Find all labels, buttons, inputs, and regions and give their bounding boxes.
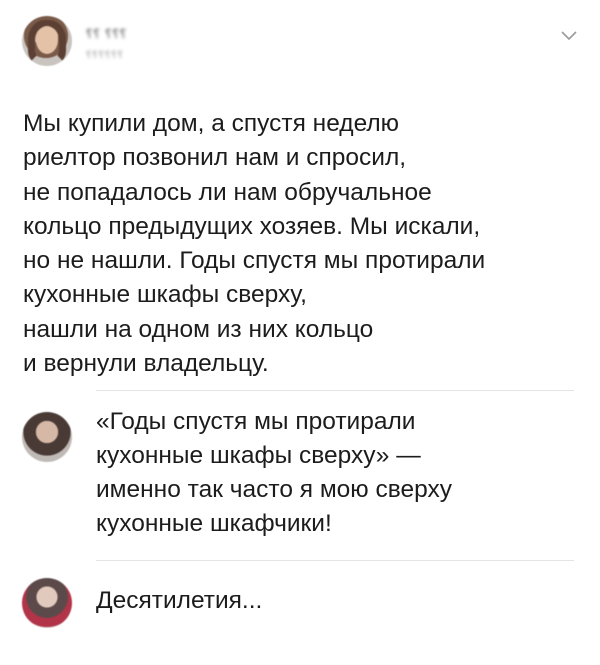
post-text-line: не попадалось ли нам обручальное	[23, 178, 432, 206]
chevron-down-icon[interactable]	[560, 29, 578, 43]
comment-text: «Годы спустя мы протирали кухонные шкафы…	[96, 405, 452, 541]
commenter-avatar[interactable]	[22, 412, 72, 462]
comment-text-line: именно так часто я мою сверху	[96, 476, 452, 503]
avatar-face	[36, 26, 58, 54]
divider	[96, 390, 574, 391]
post-text-line: Мы купили дом, а спустя неделю	[23, 110, 400, 137]
commenter-avatar[interactable]	[22, 578, 72, 628]
post-text-line: нашли на одном из них кольцо	[23, 315, 374, 343]
post-text-line: и вернули владельцу.	[23, 350, 269, 378]
comment-text-line: Десятилетия...	[96, 587, 263, 614]
post-text-line: кольцо предыдущих хозяев. Мы искали,	[23, 212, 481, 240]
comment-text-line: кухонные шкафы сверху» —	[96, 442, 421, 469]
post-text-line: кухонные шкафы сверху,	[23, 281, 307, 309]
author-avatar[interactable]	[22, 16, 72, 66]
post-text: Мы купили дом, а спустя неделю риелтор п…	[23, 107, 588, 381]
post-text-line: риелтор позвонил нам и спросил,	[23, 144, 407, 172]
comment-text-line: «Годы спустя мы протирали	[96, 408, 416, 435]
divider	[96, 560, 574, 561]
comment-text-line: кухонные шкафчики!	[96, 510, 332, 537]
comment-text: Десятилетия...	[96, 584, 262, 618]
author-username[interactable]: ⸮⸮ ⸮⸮⸮	[86, 27, 127, 41]
author-handle: ⸮⸮⸮⸮⸮⸮	[86, 50, 124, 61]
post-text-line: но не нашли. Годы спустя мы протирали	[23, 247, 486, 275]
